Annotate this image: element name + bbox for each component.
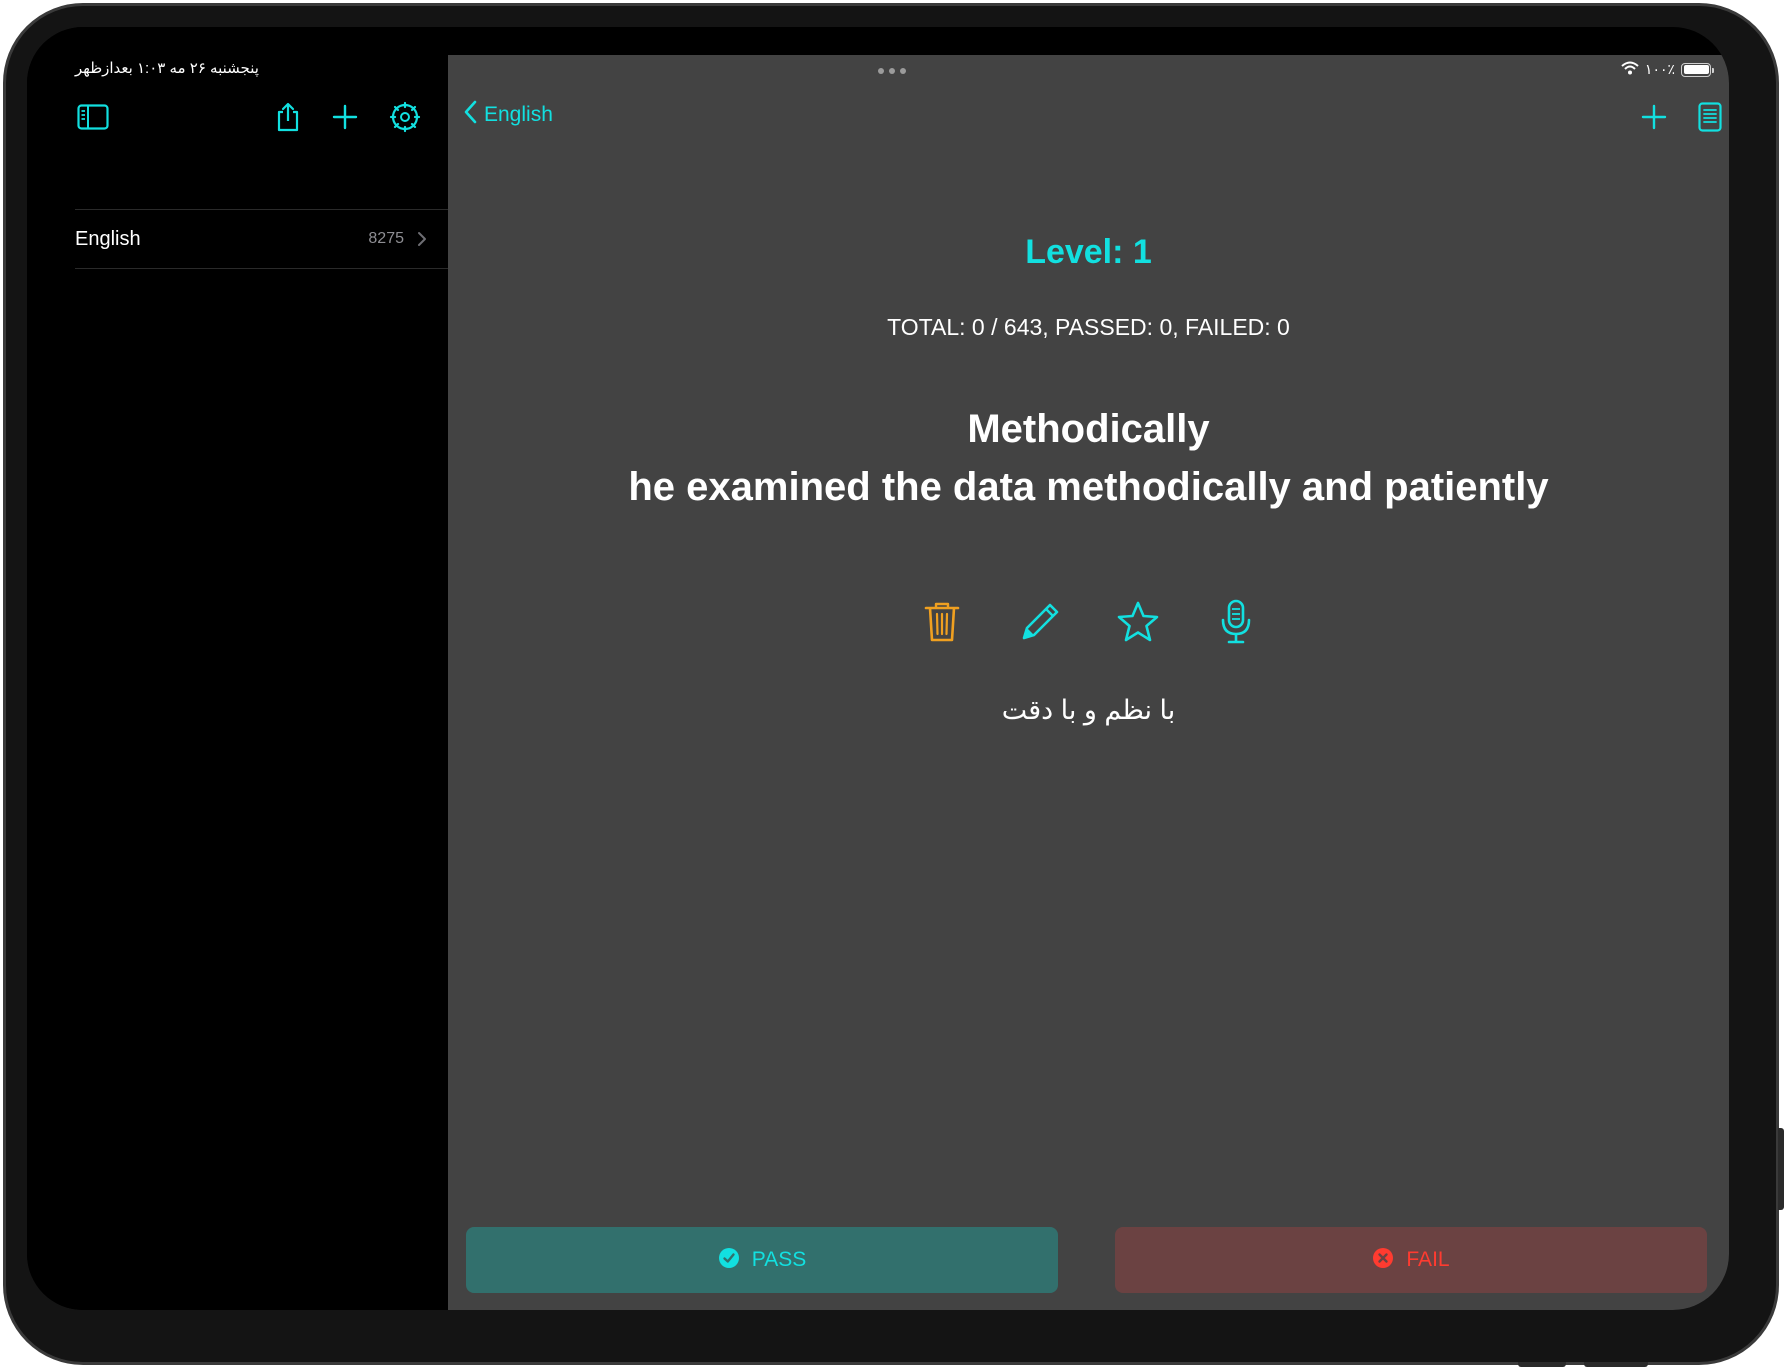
multitasking-dots[interactable]: [878, 68, 908, 76]
card-actions: [448, 597, 1729, 647]
battery-icon: [1681, 62, 1714, 77]
main-pane: ۱۰۰٪ English Level: 1 TOTAL: 0 / 643, PA…: [448, 55, 1729, 1310]
gear-icon[interactable]: [387, 99, 423, 135]
device-volume-button: [1518, 1362, 1566, 1367]
list-icon[interactable]: [1692, 99, 1728, 135]
status-datetime: پنجشنبه ۲۶ مه ۱:۰۳ بعدازظهر: [75, 60, 259, 77]
sidebar: پنجشنبه ۲۶ مه ۱:۰۳ بعدازظهر English 8275: [27, 27, 448, 1310]
sidebar-item-english[interactable]: English 8275: [75, 209, 448, 269]
x-circle-icon: [1372, 1247, 1394, 1274]
flashcard-example: he examined the data methodically and pa…: [628, 465, 1549, 509]
pass-button[interactable]: PASS: [466, 1227, 1058, 1293]
back-button[interactable]: English: [462, 99, 553, 130]
device-volume-button: [1584, 1362, 1648, 1367]
sidebar-item-count: 8275: [368, 230, 404, 247]
checkmark-circle-icon: [718, 1247, 740, 1274]
device-side-button: [1778, 1128, 1784, 1210]
flashcard-word: Methodically: [967, 407, 1210, 451]
level-label: Level: 1: [1025, 233, 1152, 271]
sidebar-toggle-icon[interactable]: [75, 99, 111, 135]
chevron-left-icon: [462, 99, 478, 130]
fail-button[interactable]: FAIL: [1115, 1227, 1707, 1293]
battery-percentage: ۱۰۰٪: [1644, 61, 1675, 77]
status-indicators: ۱۰۰٪: [1621, 61, 1714, 78]
pencil-icon[interactable]: [1015, 597, 1065, 647]
add-word-icon[interactable]: [1636, 99, 1672, 135]
chevron-right-icon: [412, 229, 432, 249]
flashcard-translation: با نظم و با دقت: [1001, 695, 1176, 725]
trash-icon[interactable]: [917, 597, 967, 647]
screen: پنجشنبه ۲۶ مه ۱:۰۳ بعدازظهر English 8275: [27, 27, 1729, 1310]
session-stats: TOTAL: 0 / 643, PASSED: 0, FAILED: 0: [887, 314, 1290, 340]
back-label: English: [484, 102, 553, 126]
add-icon[interactable]: [327, 99, 363, 135]
microphone-icon[interactable]: [1211, 597, 1261, 647]
fail-label: FAIL: [1406, 1248, 1450, 1271]
share-icon[interactable]: [270, 99, 306, 135]
sidebar-item-label: English: [75, 227, 141, 250]
wifi-icon: [1621, 61, 1639, 78]
star-icon[interactable]: [1113, 597, 1163, 647]
pass-label: PASS: [751, 1248, 807, 1271]
